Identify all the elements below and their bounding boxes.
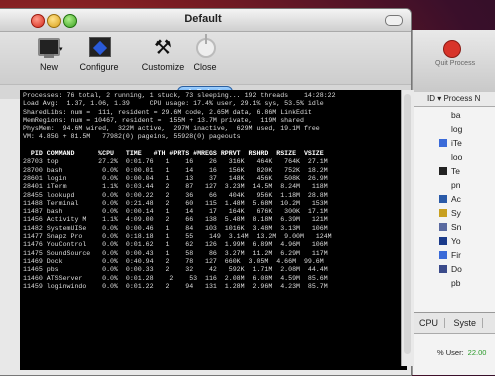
process-list-item[interactable]: Sn <box>413 220 495 234</box>
process-row: 28703 top 27.2% 0:01.76 1 16 26 316K 464… <box>23 158 328 166</box>
process-list-item[interactable]: Fir <box>413 248 495 262</box>
process-row: 11469 Dock 0.0% 0:40.94 2 78 127 660K 3.… <box>23 257 324 265</box>
terminal-output[interactable]: Processes: 76 total, 2 running, 1 stuck,… <box>20 90 407 370</box>
process-name: pn <box>451 180 461 190</box>
process-row: 11476 YouControl 0.0% 0:01.62 1 62 126 1… <box>23 241 328 249</box>
process-name: Fir <box>451 250 461 260</box>
app-icon <box>439 139 447 147</box>
quit-process-icon[interactable] <box>443 40 461 58</box>
process-list-item[interactable]: Te <box>413 164 495 178</box>
tools-icon: ⚒ <box>154 37 172 59</box>
process-row: 11482 SystemUISe 0.0% 0:00.46 1 84 103 1… <box>23 224 328 232</box>
configure-button-label: Configure <box>79 62 119 72</box>
activity-monitor-toolbar: Quit Process <box>413 30 495 93</box>
top-summary-line: SharedLibs: num = 111, resident = 29.6M … <box>23 108 312 116</box>
new-terminal-icon: ▾ <box>36 36 63 60</box>
process-row: 28455 lookupd 0.0% 0:00.22 2 36 66 404K … <box>23 191 328 199</box>
process-row: 28700 bash 0.0% 0:00.01 1 14 16 156K 820… <box>23 166 328 174</box>
tab-system[interactable]: Syste <box>447 318 484 328</box>
process-list-item[interactable]: loo <box>413 150 495 164</box>
process-name: pb <box>451 278 461 288</box>
close-button[interactable]: Close <box>185 34 225 72</box>
tab-cpu[interactable]: CPU <box>413 318 446 328</box>
process-row: 28401 iTerm 1.1% 0:03.44 2 87 127 3.23M … <box>23 183 328 191</box>
title-bar[interactable]: Default <box>0 9 411 32</box>
scrollbar-thumb[interactable] <box>404 94 411 354</box>
process-list-item[interactable]: iTe <box>413 136 495 150</box>
cpu-user-label: % User: <box>437 348 464 357</box>
app-icon <box>439 237 447 245</box>
process-list-item[interactable]: pb <box>413 276 495 290</box>
configure-icon <box>86 36 112 60</box>
process-name: iTe <box>451 138 462 148</box>
new-button-label: New <box>39 62 58 72</box>
process-column-header[interactable]: ID ▾ Process N <box>413 92 495 107</box>
terminal-scrollbar[interactable] <box>401 90 414 366</box>
process-name: Ac <box>451 194 461 204</box>
activity-monitor-window: Quit Process ID ▾ Process N ba log iTe loo T… <box>412 30 495 375</box>
process-row: 11488 Terminal 0.0% 0:21.48 2 60 115 1.4… <box>23 199 328 207</box>
process-row: 28601 login 0.0% 0:00.04 1 13 37 148K 45… <box>23 174 328 182</box>
process-list: ba log iTe loo Te pn Ac Sy Sn Yo Fir Do pb <box>413 108 495 290</box>
process-name: Yo <box>451 236 461 246</box>
process-list-item[interactable]: ba <box>413 108 495 122</box>
new-button[interactable]: ▾ New <box>29 36 69 72</box>
app-icon <box>439 195 447 203</box>
process-name: Do <box>451 264 462 274</box>
close-session-icon <box>192 34 218 60</box>
process-name: Sn <box>451 222 462 232</box>
app-icon <box>439 265 447 273</box>
process-list-item[interactable]: pn <box>413 178 495 192</box>
app-icon <box>439 251 447 259</box>
customize-button-label: Customize <box>141 62 185 72</box>
app-icon <box>439 209 447 217</box>
app-icon <box>439 167 447 175</box>
process-row: 11475 SoundSource 0.0% 0:00.43 1 58 86 3… <box>23 249 328 257</box>
window-title: Default <box>184 13 222 25</box>
process-row: 11460 ATSServer 0.0% 0:01.28 2 53 116 2.… <box>23 274 328 282</box>
process-name: Te <box>451 166 460 176</box>
process-row: 11465 pbs 0.0% 0:00.33 2 32 42 592K 1.71… <box>23 266 328 274</box>
process-row: 11459 loginwindo 0.0% 0:01.22 2 94 131 1… <box>23 282 328 290</box>
top-summary-line: VM: 4.85G + 81.5M 77982(0) pageins, 5592… <box>23 133 241 141</box>
toolbar: ▾ New Configure ⚒ Customize Close <box>0 32 411 84</box>
top-summary-line: Processes: 76 total, 2 running, 1 stuck,… <box>23 92 336 99</box>
process-row: 11487 bash 0.0% 0:00.14 1 14 17 164K 676… <box>23 208 328 216</box>
process-table-header: PID COMMAND %CPU TIME #TH #PRTS #MREGS R… <box>23 150 324 158</box>
process-name: loo <box>451 152 463 162</box>
cpu-user-value: 22.00 <box>467 348 487 357</box>
top-summary-line: PhysMem: 94.6M wired, 322M active, 297M … <box>23 125 320 133</box>
process-name: log <box>451 124 463 134</box>
toolbar-toggle-button[interactable] <box>385 15 403 26</box>
process-list-item[interactable]: Ac <box>413 192 495 206</box>
top-summary-line: MemRegions: num = 10467, resident = 155M… <box>23 116 304 124</box>
process-list-item[interactable]: Yo <box>413 234 495 248</box>
quit-process-label: Quit Process <box>435 60 476 67</box>
app-icon <box>439 223 447 231</box>
process-row: 11456 Activity M 1.1% 4:09.00 2 66 138 5… <box>23 216 328 224</box>
customize-button[interactable]: ⚒ Customize <box>135 36 191 72</box>
process-list-item[interactable]: Sy <box>413 206 495 220</box>
process-list-item[interactable]: Do <box>413 262 495 276</box>
configure-button[interactable]: Configure <box>71 36 127 72</box>
process-name: Sy <box>451 208 461 218</box>
process-name: ba <box>451 110 461 120</box>
close-button-label: Close <box>193 62 217 72</box>
process-list-item[interactable]: log <box>413 122 495 136</box>
activity-monitor-tabs: CPU Syste <box>413 312 495 334</box>
cpu-user-readout: % User: 22.00 <box>437 348 486 357</box>
process-row: 11477 Snapz Pro 0.0% 0:18.18 1 55 149 3.… <box>23 233 332 241</box>
top-summary-line: Load Avg: 1.37, 1.06, 1.39 CPU usage: 17… <box>23 100 324 108</box>
